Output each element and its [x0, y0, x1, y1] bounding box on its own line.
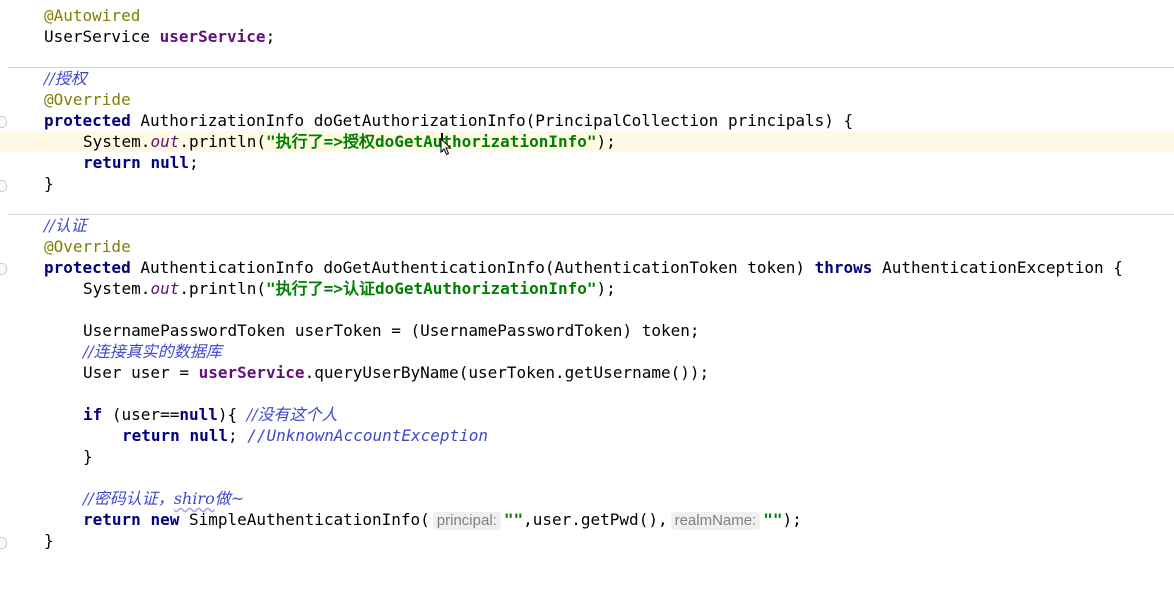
string-literal: "执行了=>授权doGetAuthorizationInfo" [266, 132, 597, 151]
method-call: ,user.getPwd(), [523, 510, 668, 529]
punctuation: ); [782, 510, 802, 529]
comment: //连接真实的数据库 [83, 342, 222, 361]
method-call: .println( [179, 132, 267, 151]
statement: UsernamePasswordToken userToken = (Usern… [83, 321, 700, 340]
keyword: null [150, 153, 189, 172]
punctuation: } [83, 447, 93, 466]
code-line: } [0, 173, 1174, 194]
code-line: System.out.println("执行了=>认证doGetAuthoriz… [0, 278, 1174, 299]
code-line: @Override [0, 89, 1174, 110]
punctuation: ; [227, 426, 248, 445]
type-name: UserService [44, 27, 160, 46]
static-field: out [150, 279, 180, 298]
punctuation: ); [596, 279, 616, 298]
keyword: return [122, 426, 180, 445]
comment: //密码认证， [83, 489, 174, 508]
keyword: null [179, 405, 218, 424]
string-literal: "" [763, 510, 783, 529]
method-call: .queryUserByName(userToken.getUsername()… [304, 363, 710, 382]
code-line: @Autowired [0, 5, 1174, 26]
parameter-hint: principal: [432, 512, 501, 530]
code-line: if (user==null){ //没有这个人 [0, 404, 1174, 425]
code-line: //连接真实的数据库 [0, 341, 1174, 362]
method-signature: AuthenticationInfo doGetAuthenticationIn… [130, 258, 815, 277]
code-editor[interactable]: @Autowired UserService userService; //授权… [0, 0, 1174, 557]
punctuation: ; [188, 153, 199, 172]
field-name: userService [198, 363, 305, 382]
comment-typo-word: shiro [173, 489, 215, 508]
static-field: out [150, 132, 180, 151]
code-line: return new SimpleAuthenticationInfo(prin… [0, 509, 1174, 530]
code-line: //密码认证，shiro做~ [0, 488, 1174, 509]
code-line: } [0, 530, 1174, 551]
comment: //UnknownAccountException [247, 426, 489, 445]
code-line: return null; [0, 152, 1174, 173]
code-line: UsernamePasswordToken userToken = (Usern… [0, 320, 1174, 341]
method-signature: AuthorizationInfo doGetAuthorizationInfo… [130, 111, 854, 130]
mouse-pointer-icon [440, 138, 452, 156]
punctuation: ; [265, 27, 276, 46]
punctuation: } [44, 531, 54, 550]
expression: (user== [102, 405, 180, 424]
keyword: new [150, 510, 180, 529]
code-line: User user = userService.queryUserByName(… [0, 362, 1174, 383]
code-line: @Override [0, 236, 1174, 257]
exception-type: AuthenticationException { [872, 258, 1123, 277]
string-literal: "" [503, 510, 524, 529]
code-line: } [0, 446, 1174, 467]
code-line: //授权 [0, 68, 1174, 89]
comment: //没有这个人 [246, 405, 338, 424]
keyword: return [83, 153, 141, 172]
parameter-hint: realmName: [670, 512, 761, 530]
annotation: @Override [44, 237, 131, 256]
comment: 做~ [214, 489, 245, 508]
annotation: @Override [44, 90, 131, 109]
code-line: return null; //UnknownAccountException [0, 425, 1174, 446]
keyword: protected [44, 258, 131, 277]
keyword: protected [44, 111, 131, 130]
string-literal: "执行了=>认证doGetAuthorizationInfo" [266, 279, 597, 298]
punctuation: ){ [217, 405, 247, 424]
keyword: return [83, 510, 141, 529]
comment: //授权 [44, 69, 87, 88]
keyword: throws [814, 258, 873, 277]
keyword: if [83, 405, 103, 424]
constructor-call: SimpleAuthenticationInfo( [179, 510, 430, 529]
comment: //认证 [44, 216, 87, 235]
field-name: userService [159, 27, 266, 46]
class-ref: System. [83, 132, 151, 151]
statement: User user = [83, 363, 199, 382]
code-line: protected AuthorizationInfo doGetAuthori… [0, 110, 1174, 131]
method-call: .println( [179, 279, 267, 298]
keyword: null [189, 426, 228, 445]
annotation: @Autowired [44, 6, 141, 25]
code-line: //认证 [0, 215, 1174, 236]
punctuation: ); [596, 132, 616, 151]
code-line-current: System.out.println("执行了=>授权doGetAuthoriz… [0, 131, 1174, 152]
class-ref: System. [83, 279, 151, 298]
code-line: UserService userService; [0, 26, 1174, 47]
code-line: protected AuthenticationInfo doGetAuthen… [0, 257, 1174, 278]
punctuation: } [44, 174, 54, 193]
